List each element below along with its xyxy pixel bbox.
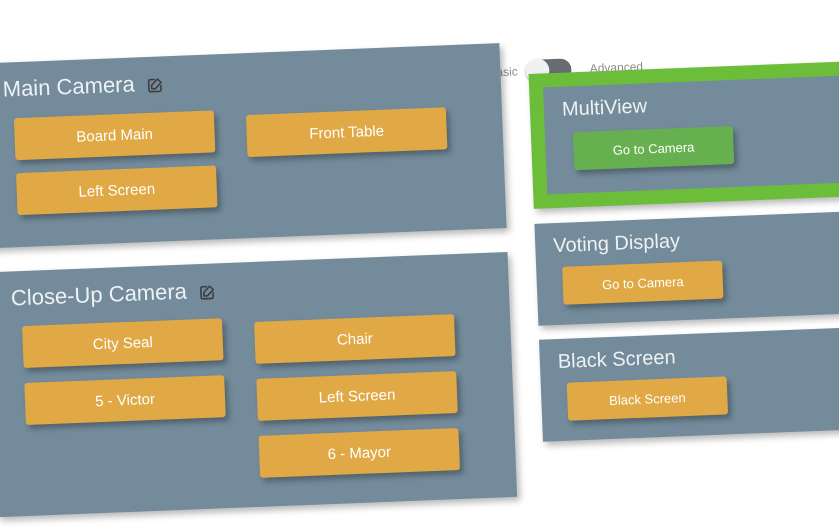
camera-preset-button[interactable]: Board Main bbox=[13, 110, 216, 161]
go-to-camera-button[interactable]: Go to Camera bbox=[562, 260, 724, 305]
panel-title-multiview: MultiView bbox=[562, 95, 648, 121]
panel-voting-display: Voting Display Go to Camera bbox=[534, 208, 839, 326]
camera-preset-button[interactable]: City Seal bbox=[22, 318, 224, 369]
panel-title-black-screen: Black Screen bbox=[557, 346, 676, 374]
panel-multiview-inner: MultiView Go to Camera bbox=[543, 72, 839, 195]
panel-title-main-camera: Main Camera bbox=[2, 70, 164, 102]
black-screen-button[interactable]: Black Screen bbox=[566, 376, 729, 421]
panel-title-text: Black Screen bbox=[557, 346, 677, 374]
camera-preset-button[interactable]: Front Table bbox=[245, 107, 448, 158]
edit-square-icon[interactable] bbox=[199, 283, 217, 301]
app-page: Cameras Basic Advanced Main Camera bbox=[0, 0, 839, 532]
screen: Cameras Basic Advanced Main Camera bbox=[0, 0, 839, 532]
camera-preset-button[interactable]: Left Screen bbox=[256, 371, 458, 421]
go-to-camera-button[interactable]: Go to Camera bbox=[572, 126, 735, 171]
camera-preset-button[interactable]: 6 - Mayor bbox=[258, 428, 461, 478]
panel-title-text: MultiView bbox=[561, 95, 648, 121]
panel-title-close-up-camera: Close-Up Camera bbox=[10, 277, 216, 311]
camera-preset-button[interactable]: Chair bbox=[254, 314, 456, 364]
panel-title-text: Voting Display bbox=[552, 230, 681, 258]
page-content: Cameras Basic Advanced Main Camera bbox=[0, 0, 839, 532]
panel-black-screen: Black Screen Black Screen bbox=[538, 324, 839, 442]
panel-title-text: Main Camera bbox=[2, 71, 136, 102]
panel-close-up-camera: Close-Up Camera City Seal Chair 5 - Vict… bbox=[0, 251, 518, 518]
panel-multiview: MultiView Go to Camera bbox=[528, 58, 839, 209]
camera-preset-button[interactable]: Left Screen bbox=[16, 165, 218, 216]
panel-main-camera: Main Camera Board Main Front Table Left … bbox=[0, 43, 507, 249]
panel-title-voting-display: Voting Display bbox=[553, 230, 681, 258]
edit-square-icon[interactable] bbox=[146, 76, 164, 94]
camera-preset-button[interactable]: 5 - Victor bbox=[24, 375, 226, 425]
panel-title-text: Close-Up Camera bbox=[10, 278, 188, 311]
